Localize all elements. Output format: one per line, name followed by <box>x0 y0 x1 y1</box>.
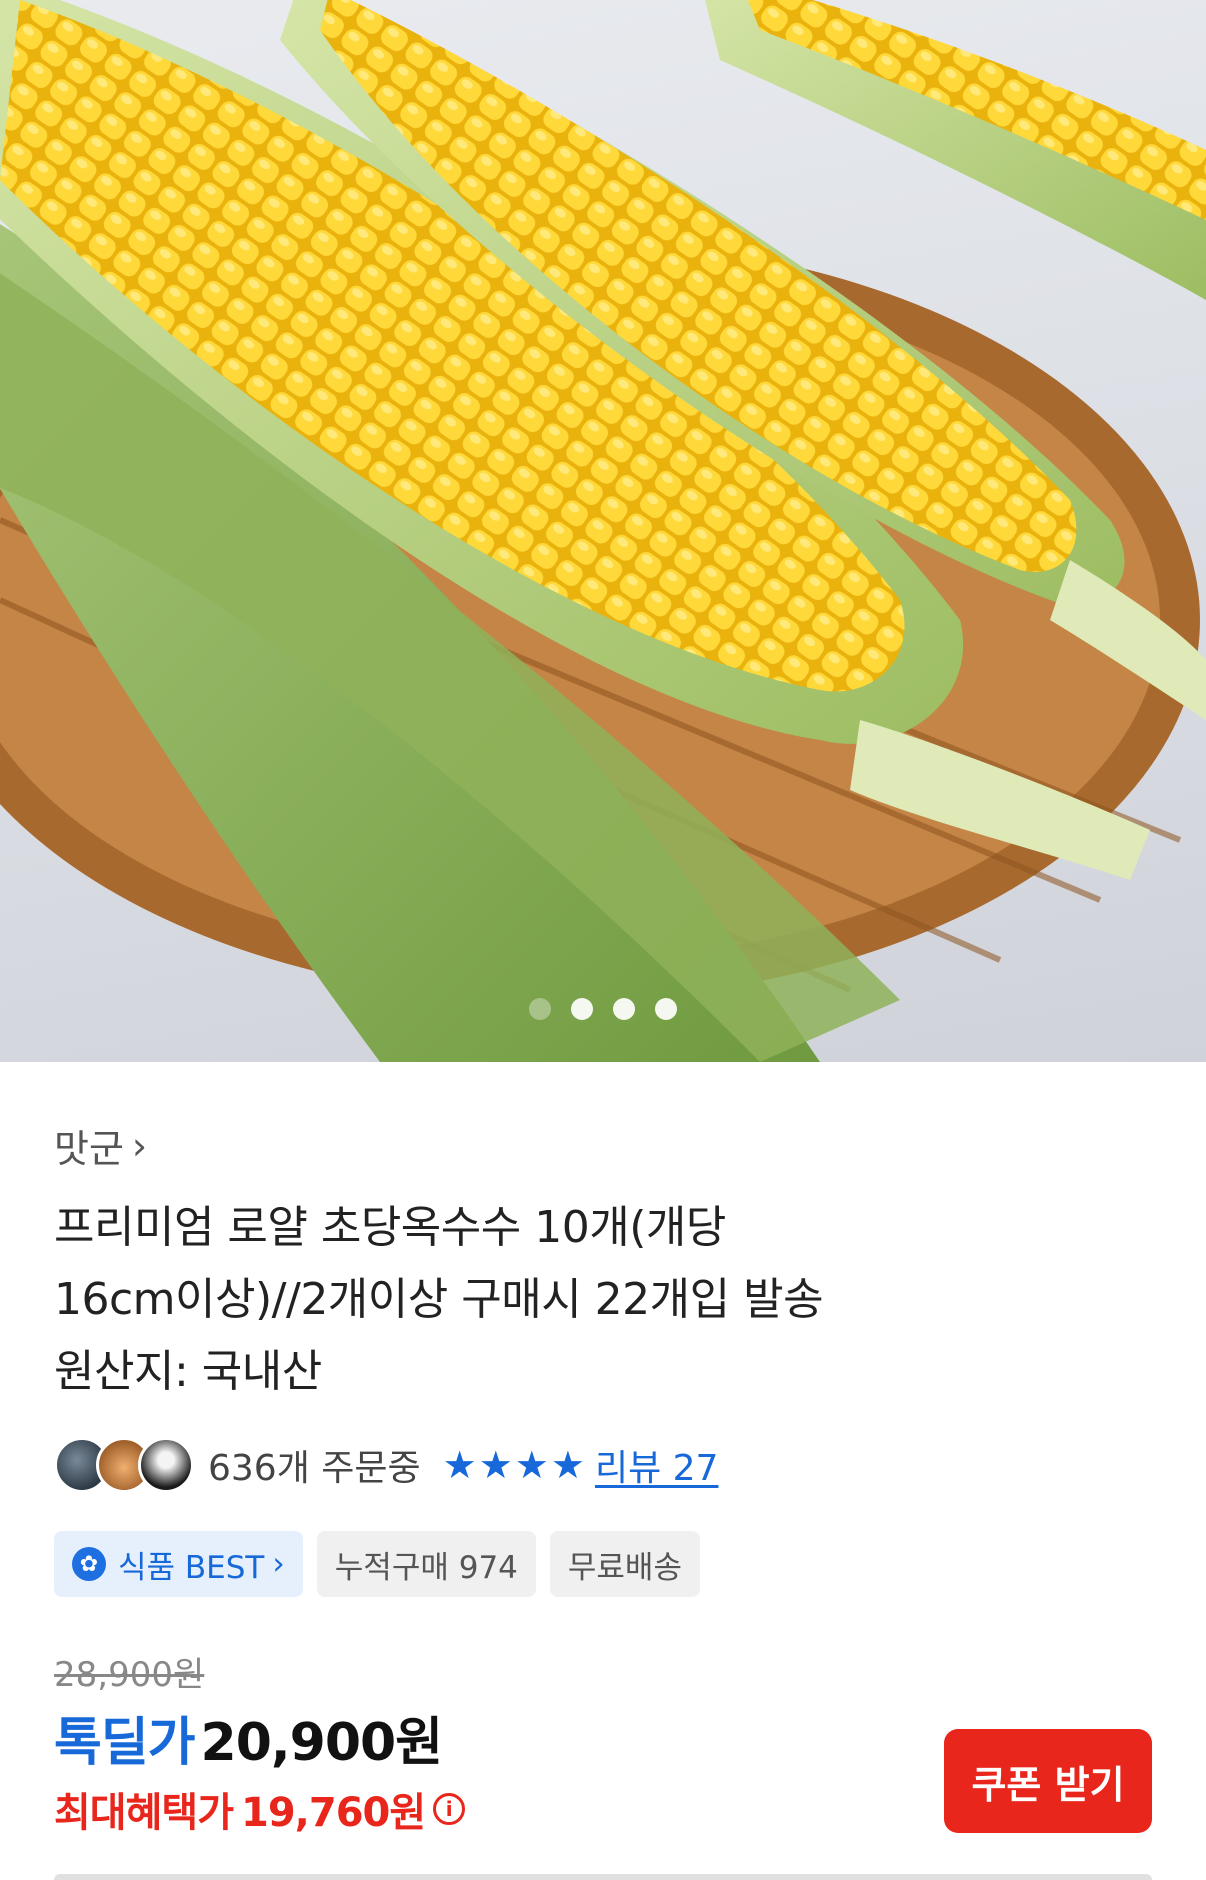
cumulative-purchase-label: 누적구매 974 <box>334 1549 518 1586</box>
review-link[interactable]: 리뷰 27 <box>595 1439 719 1491</box>
star-icon: ★ <box>514 1443 549 1487</box>
free-shipping-chip: 무료배송 <box>549 1531 700 1597</box>
product-title: 프리미엄 로얄 초당옥수수 10개(개당 16cm이상)//2개이상 구매시 2… <box>54 1192 1114 1408</box>
best-badge-icon: ✿ <box>72 1547 106 1581</box>
deal-price: 20,900원 <box>200 1713 444 1773</box>
carousel-dot[interactable] <box>571 998 593 1020</box>
product-title-line: 원산지: 국내산 <box>54 1346 322 1397</box>
coupon-button[interactable]: 쿠폰 받기 <box>944 1729 1152 1833</box>
star-icon: ★ <box>478 1443 513 1487</box>
product-title-line: 프리미엄 로얄 초당옥수수 10개(개당 <box>54 1202 726 1253</box>
best-chip-label: 식품 BEST <box>118 1549 265 1586</box>
carousel-indicator <box>0 998 1206 1020</box>
corn-product-image <box>0 0 1206 1062</box>
bottom-sheet-edge <box>54 1874 1152 1880</box>
original-price: 28,900원 <box>54 1655 205 1695</box>
buyer-avatars <box>54 1437 194 1493</box>
stats-row: 636개 주문중 ★ ★ ★ ★ 리뷰 27 <box>54 1437 718 1493</box>
order-count: 636개 주문중 <box>208 1448 421 1489</box>
max-benefit-row: 최대혜택가 19,760원 i <box>54 1780 466 1838</box>
chevron-right-icon: › <box>272 1546 285 1582</box>
star-icon: ★ <box>442 1443 477 1487</box>
carousel-dot[interactable] <box>655 998 677 1020</box>
deal-price-row: 톡딜가 20,900원 <box>54 1700 444 1775</box>
deal-label: 톡딜가 <box>54 1713 196 1773</box>
free-shipping-label: 무료배송 <box>567 1549 682 1586</box>
carousel-dot[interactable] <box>613 998 635 1020</box>
star-icon: ★ <box>550 1443 585 1487</box>
product-image-carousel[interactable] <box>0 0 1206 1062</box>
best-category-chip[interactable]: ✿ 식품 BEST › <box>54 1531 303 1597</box>
avatar <box>138 1437 194 1493</box>
rating-stars: ★ ★ ★ ★ <box>443 1446 585 1484</box>
chevron-right-icon: › <box>131 1123 148 1168</box>
seller-name: 맛군 <box>54 1127 124 1171</box>
seller-link[interactable]: 맛군 › <box>54 1118 147 1173</box>
product-title-line: 16cm이상)//2개이상 구매시 22개입 발송 <box>54 1274 824 1325</box>
max-benefit-label: 최대혜택가 <box>54 1790 234 1836</box>
max-benefit-price: 19,760원 <box>241 1790 426 1836</box>
cumulative-purchase-chip: 누적구매 974 <box>316 1531 536 1597</box>
info-icon[interactable]: i <box>433 1793 466 1825</box>
product-chips: ✿ 식품 BEST › 누적구매 974 무료배송 <box>54 1531 700 1597</box>
carousel-dot[interactable] <box>529 998 551 1020</box>
